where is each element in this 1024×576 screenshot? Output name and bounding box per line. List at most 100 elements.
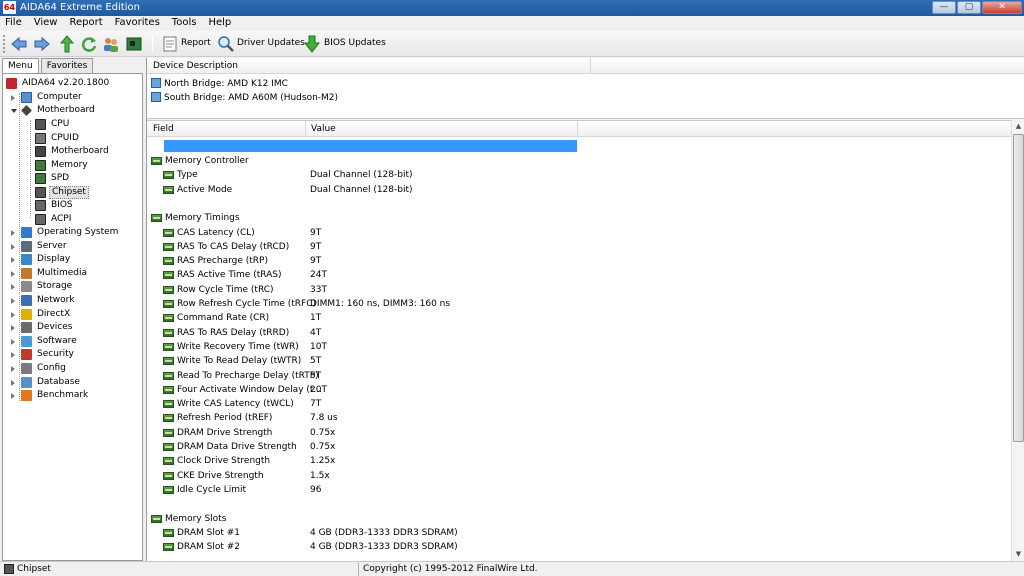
table-row[interactable]: Command Rate (CR) 1T xyxy=(163,311,583,325)
expand-arrow-icon[interactable] xyxy=(11,366,15,372)
table-row[interactable]: Write CAS Latency (tWCL) 7T xyxy=(163,397,583,411)
scroll-down-arrow-icon[interactable]: ▼ xyxy=(1012,548,1024,561)
column-separator[interactable] xyxy=(577,121,578,137)
driver-updates-button[interactable]: Driver Updates xyxy=(237,38,305,48)
expand-arrow-icon[interactable] xyxy=(11,338,15,345)
table-row[interactable]: Read To Precharge Delay (tRTP) 5T xyxy=(163,369,583,383)
expand-arrow-icon[interactable] xyxy=(11,393,15,400)
value-cell: 1.5x xyxy=(310,470,330,481)
hardware-icon xyxy=(35,186,46,198)
menu-favorites[interactable]: Favorites xyxy=(109,16,166,31)
close-button[interactable]: ✕ xyxy=(982,1,1022,14)
field-cell: RAS Active Time (tRAS) xyxy=(177,270,282,281)
toolbar-grip[interactable] xyxy=(3,35,6,53)
menu-file[interactable]: File xyxy=(0,16,28,31)
table-row[interactable]: Write Recovery Time (tWR) 10T xyxy=(163,340,583,354)
bios-updates-button[interactable]: BIOS Updates xyxy=(324,38,386,48)
menu-view[interactable]: View xyxy=(28,16,64,31)
tree-item-label: Server xyxy=(37,240,67,251)
users-icon[interactable] xyxy=(102,35,120,53)
tree-item-label: Database xyxy=(37,376,80,387)
table-row[interactable]: Four Activate Window Delay (t... 20T xyxy=(163,383,583,397)
expand-arrow-icon[interactable] xyxy=(11,325,15,332)
tree-item-label: Motherboard xyxy=(37,105,95,115)
expand-arrow-icon[interactable] xyxy=(11,379,15,386)
table-row[interactable]: Type Dual Channel (128-bit) xyxy=(163,168,583,182)
forward-arrow-icon[interactable] xyxy=(33,35,51,53)
column-separator[interactable] xyxy=(590,58,591,74)
field-column-header[interactable]: Field xyxy=(153,124,174,134)
details-grid[interactable]: Memory Controller Type Dual Channel (128-b… xyxy=(147,139,1011,561)
tree-item-label: CPU xyxy=(51,119,70,129)
field-cell: DRAM Data Drive Strength xyxy=(177,442,297,452)
menu-tools[interactable]: Tools xyxy=(166,16,203,31)
table-row[interactable]: Write To Read Delay (tWTR) 5T xyxy=(163,354,583,368)
operating-system-icon xyxy=(21,227,32,238)
table-row[interactable]: DRAM Slot #2 4 GB (DDR3-1333 DDR3 SDRAM) xyxy=(163,540,583,554)
expand-arrow-icon[interactable] xyxy=(11,95,15,101)
memory-module-icon xyxy=(163,357,174,366)
column-separator[interactable] xyxy=(305,121,306,137)
database-icon xyxy=(21,376,32,388)
table-row[interactable]: Idle Cycle Limit 96 xyxy=(163,483,583,497)
table-row[interactable]: Row Cycle Time (tRC) 33T xyxy=(163,283,583,297)
expand-arrow-icon[interactable] xyxy=(11,298,15,304)
device-row-south-bridge[interactable]: South Bridge: AMD A60M (Hudson-M2) xyxy=(151,91,338,105)
tab-favorites[interactable]: Favorites xyxy=(40,58,94,73)
expand-arrow-icon[interactable] xyxy=(11,284,15,291)
table-row[interactable]: Active Mode Dual Channel (128-bit) xyxy=(163,183,583,197)
scroll-up-arrow-icon[interactable]: ▲ xyxy=(1012,120,1024,133)
software-icon xyxy=(21,335,32,347)
table-row[interactable]: RAS To CAS Delay (tRCD) 9T xyxy=(163,240,583,254)
report-button[interactable]: Report xyxy=(181,38,211,48)
table-row[interactable]: DRAM Data Drive Strength 0.75x xyxy=(163,440,583,454)
value-column-header[interactable]: Value xyxy=(311,124,336,134)
menu-report[interactable]: Report xyxy=(63,16,108,31)
expand-arrow-icon[interactable] xyxy=(11,257,15,264)
motherboard-icon[interactable] xyxy=(125,35,143,53)
up-arrow-icon[interactable] xyxy=(58,35,76,53)
value-cell: 24T xyxy=(310,270,327,281)
vertical-scrollbar[interactable]: ▲ ▼ xyxy=(1011,120,1024,561)
table-row[interactable]: CKE Drive Strength 1.5x xyxy=(163,469,583,483)
table-row[interactable]: Clock Drive Strength 1.25x xyxy=(163,454,583,468)
scrollbar-thumb[interactable] xyxy=(1013,134,1024,442)
expand-arrow-icon[interactable] xyxy=(11,243,15,250)
back-arrow-icon[interactable] xyxy=(10,35,28,53)
value-cell: 33T xyxy=(310,284,327,295)
device-row-north-bridge[interactable]: North Bridge: AMD K12 IMC xyxy=(151,77,288,91)
magnifier-icon[interactable] xyxy=(217,35,235,53)
collapse-arrow-icon[interactable] xyxy=(11,109,17,113)
status-bar: Chipset Copyright (c) 1995-2012 FinalWir… xyxy=(0,561,1024,576)
field-cell: RAS To RAS Delay (tRRD) xyxy=(177,327,290,338)
aida64-logo-icon xyxy=(6,78,17,89)
menu-help[interactable]: Help xyxy=(202,16,237,31)
tab-menu[interactable]: Menu xyxy=(2,58,39,74)
report-icon[interactable] xyxy=(161,35,179,53)
value-cell: 10T xyxy=(310,341,327,352)
table-row[interactable]: Refresh Period (tREF) 7.8 us xyxy=(163,411,583,425)
minimize-button[interactable]: — xyxy=(932,1,956,14)
aida64-app-icon[interactable]: 64 xyxy=(3,1,16,14)
device-list-header: Device Description xyxy=(147,58,1024,74)
memory-module-icon xyxy=(163,428,174,437)
network-icon xyxy=(21,295,32,306)
table-row[interactable]: CAS Latency (CL) 9T xyxy=(163,226,583,240)
table-row[interactable]: RAS To RAS Delay (tRRD) 4T xyxy=(163,326,583,340)
download-arrow-icon[interactable] xyxy=(303,35,321,53)
table-row[interactable]: DRAM Slot #1 4 GB (DDR3-1333 DDR3 SDRAM) xyxy=(163,526,583,540)
expand-arrow-icon[interactable] xyxy=(11,352,15,359)
maximize-button[interactable]: ▢ xyxy=(957,1,981,14)
expand-arrow-icon[interactable] xyxy=(11,230,15,236)
table-row[interactable]: RAS Precharge (tRP) 9T xyxy=(163,254,583,268)
expand-arrow-icon[interactable] xyxy=(11,270,15,277)
device-description-header[interactable]: Device Description xyxy=(153,61,238,71)
selected-row-highlight[interactable] xyxy=(164,140,577,152)
table-row[interactable]: DRAM Drive Strength 0.75x xyxy=(163,426,583,440)
refresh-icon[interactable] xyxy=(80,35,98,53)
expand-arrow-icon[interactable] xyxy=(11,311,15,318)
title-bar: 64 AIDA64 Extreme Edition — ▢ ✕ xyxy=(0,0,1024,16)
navigation-tree[interactable]: AIDA64 v2.20.1800 Computer Motherboard C… xyxy=(2,73,143,561)
table-row[interactable]: RAS Active Time (tRAS) 24T xyxy=(163,268,583,282)
table-row[interactable]: Row Refresh Cycle Time (tRFC) DIMM1: 160 … xyxy=(163,297,583,311)
